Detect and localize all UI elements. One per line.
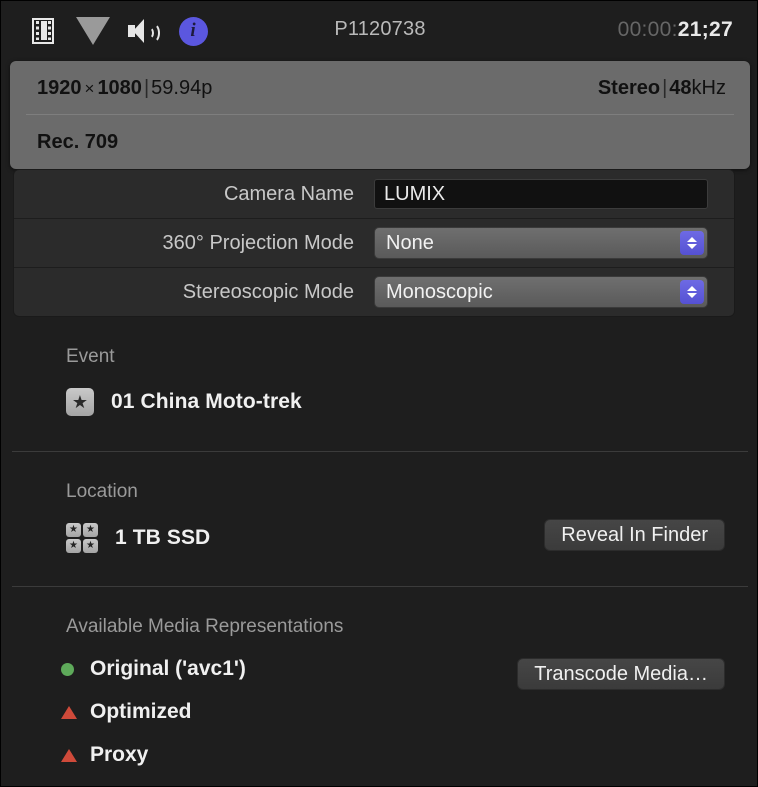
form-row-camera-name: Camera Name LUMIX xyxy=(14,170,734,219)
projection-mode-value: None xyxy=(386,231,434,254)
video-width: 1920 xyxy=(37,76,82,99)
tooltip-row-format: 1920 × 1080 | 59.94p Stereo | 48kHz xyxy=(10,61,750,115)
audio-separator: | xyxy=(662,76,668,99)
status-missing-icon xyxy=(61,705,77,719)
media-section-title: Available Media Representations xyxy=(66,616,344,637)
metadata-form: Camera Name LUMIX 360° Projection Mode N… xyxy=(13,169,735,317)
camera-name-field-wrap: LUMIX xyxy=(374,179,734,209)
audio-channels: Stereo xyxy=(597,76,661,99)
form-row-stereoscopic-mode: Stereoscopic Mode Monoscopic xyxy=(14,268,734,316)
chevron-updown-icon[interactable] xyxy=(680,280,704,304)
stereoscopic-mode-value: Monoscopic xyxy=(386,280,493,303)
projection-mode-label: 360° Projection Mode xyxy=(162,231,354,254)
event-row[interactable]: ★ 01 China Moto-trek xyxy=(1,388,757,416)
status-missing-icon xyxy=(61,748,77,762)
media-proxy-label: Proxy xyxy=(90,743,149,766)
chevron-updown-icon[interactable] xyxy=(680,231,704,255)
media-info-tooltip: 1920 × 1080 | 59.94p Stereo | 48kHz Rec. 709 xyxy=(10,61,750,169)
location-name: 1 TB SSD xyxy=(115,526,211,549)
divider-location-media xyxy=(12,586,748,587)
colorspace-label: Rec. 709 xyxy=(37,130,119,153)
library-icon: ★ ★ ★ ★ xyxy=(66,523,98,553)
reveal-in-finder-button[interactable]: Reveal In Finder xyxy=(544,519,725,551)
timecode-dim: 00:00: xyxy=(617,18,678,41)
stereoscopic-mode-label: Stereoscopic Mode xyxy=(182,280,354,303)
projection-mode-field-wrap: None xyxy=(374,227,734,259)
format-separator: | xyxy=(143,76,150,99)
audio-rate-number: 48 xyxy=(669,76,692,99)
stereoscopic-mode-field-wrap: Monoscopic xyxy=(374,276,734,308)
media-representations-section: Available Media Representations Original… xyxy=(1,616,757,767)
form-row-projection-mode: 360° Projection Mode None xyxy=(14,219,734,268)
media-original-label: Original ('avc1') xyxy=(90,657,246,680)
audio-rate-unit: kHz xyxy=(691,76,726,99)
inspector-panel: i P1120738 00:00:21;27 1920 × 1080 | 59.94p … xyxy=(0,0,758,787)
tooltip-audio-format: Stereo | 48kHz xyxy=(598,77,726,100)
event-section: Event ★ 01 China Moto-trek xyxy=(1,346,757,416)
stereoscopic-mode-select[interactable]: Monoscopic xyxy=(374,276,708,308)
camera-name-label: Camera Name xyxy=(223,182,354,205)
inspector-toolbar: i P1120738 00:00:21;27 xyxy=(1,1,757,63)
status-available-icon xyxy=(61,662,74,676)
tooltip-row-colorspace: Rec. 709 xyxy=(10,115,750,169)
event-section-title: Event xyxy=(66,346,115,367)
camera-name-input[interactable]: LUMIX xyxy=(374,179,708,209)
media-item-proxy: Proxy xyxy=(1,743,757,767)
timecode-display: 00:00:21;27 xyxy=(618,18,733,42)
divider-event-location xyxy=(12,451,748,452)
star-icon: ★ xyxy=(66,388,94,416)
video-height: 1080 xyxy=(97,76,142,99)
tooltip-video-format: 1920 × 1080 | 59.94p xyxy=(37,77,212,100)
location-section-title: Location xyxy=(66,481,138,502)
event-name: 01 China Moto-trek xyxy=(111,390,302,413)
timecode-lit: 21;27 xyxy=(677,18,733,41)
dimension-x-symbol: × xyxy=(84,78,95,98)
transcode-media-button[interactable]: Transcode Media… xyxy=(517,658,725,690)
media-item-optimized: Optimized xyxy=(1,700,757,724)
media-optimized-label: Optimized xyxy=(90,700,192,723)
projection-mode-select[interactable]: None xyxy=(374,227,708,259)
video-framerate: 59.94p xyxy=(151,76,213,99)
